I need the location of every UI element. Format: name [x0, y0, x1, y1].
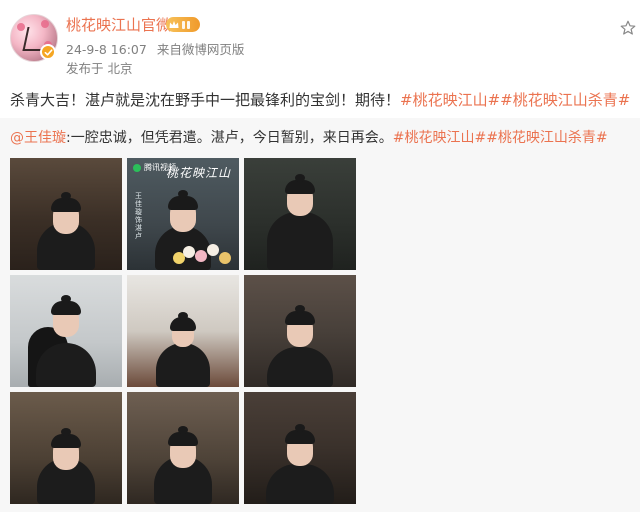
hashtag-link[interactable]: #桃花映江山# [400, 91, 500, 109]
post-meta: 24-9-8 16:07 来自微博网页版 [66, 42, 244, 58]
poster-title: 桃花映江山 [165, 166, 231, 180]
verified-check-icon [40, 44, 56, 60]
photo-thumbnail[interactable] [10, 275, 122, 387]
post-text: 杀青大吉！湛卢就是沈在野手中一把最锋利的宝剑！期待！#桃花映江山##桃花映江山杀… [10, 90, 640, 110]
quoted-post-text: @王佳璇:一腔忠诚，但凭君遣。湛卢，今日暂别，来日再会。#桃花映江山##桃花映江… [10, 128, 608, 148]
hashtag-link[interactable]: #桃花映江山杀青# [500, 91, 630, 109]
photo-thumbnail[interactable] [127, 275, 239, 387]
photo-thumbnail[interactable] [10, 392, 122, 504]
photo-thumbnail[interactable] [244, 158, 356, 270]
photo-thumbnail[interactable] [244, 392, 356, 504]
flower-bouquet [173, 244, 235, 266]
quoted-body: :一腔忠诚，但凭君遣。湛卢，今日暂别，来日再会。 [66, 130, 393, 146]
mention-link[interactable]: @王佳璇 [10, 130, 66, 146]
vip-level-bars [182, 20, 190, 29]
blossom-decoration [17, 23, 25, 31]
photo-grid: 腾讯视频 桃花映江山 王佳璇饰湛卢 [10, 158, 356, 504]
hashtag-link[interactable]: #桃花映江山# [393, 130, 486, 146]
photo-thumbnail[interactable]: 腾讯视频 桃花映江山 王佳璇饰湛卢 [127, 158, 239, 270]
post-body: 杀青大吉！湛卢就是沈在野手中一把最锋利的宝剑！期待！ [10, 91, 401, 109]
photo-thumbnail[interactable] [244, 275, 356, 387]
photo-thumbnail[interactable] [10, 158, 122, 270]
hashtag-link[interactable]: #桃花映江山杀青# [486, 130, 607, 146]
star-outline-icon[interactable] [620, 20, 636, 36]
post-location: 发布于 北京 [66, 61, 133, 76]
vip-crown-icon[interactable] [166, 17, 200, 32]
photo-thumbnail[interactable] [127, 392, 239, 504]
post-timestamp[interactable]: 24-9-8 16:07 [66, 42, 147, 57]
poster-subtitle: 王佳璇饰湛卢 [135, 192, 142, 240]
account-name[interactable]: 桃花映江山官微 [66, 16, 171, 34]
post-header: 桃花映江山官微 24-9-8 16:07 来自微博网页版 发布于 北京 [0, 0, 640, 80]
post-source: 来自微博网页版 [156, 42, 245, 57]
